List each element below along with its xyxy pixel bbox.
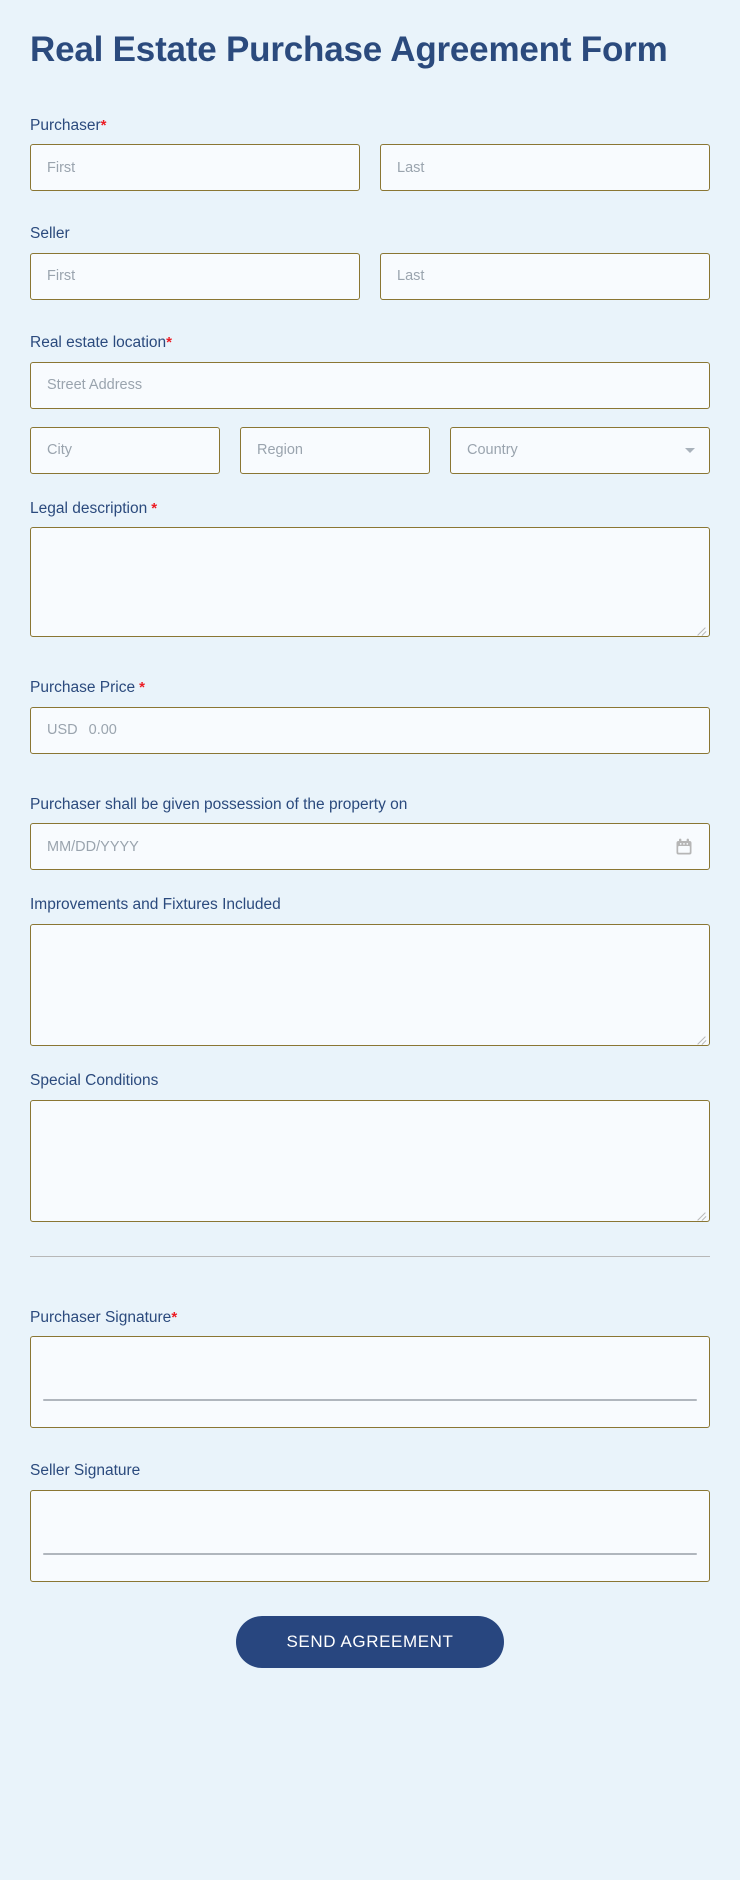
purchaser-required-marker: * — [101, 117, 107, 134]
purchaser-name-row: First Last — [30, 144, 710, 191]
legal-description-required-marker: * — [151, 500, 157, 517]
location-city-region-country-row: City Region Country — [30, 427, 710, 474]
field-real-estate-location: Real estate location* Street Address Cit… — [30, 334, 710, 474]
real-estate-purchase-agreement-form: Real Estate Purchase Agreement Form Purc… — [0, 0, 740, 1668]
purchase-price-label: Purchase Price* — [30, 679, 710, 698]
field-seller: Seller First Last — [30, 225, 710, 300]
resize-handle-icon[interactable] — [696, 1032, 707, 1043]
seller-first-placeholder: First — [47, 268, 75, 284]
field-seller-signature: Seller Signature — [30, 1462, 710, 1582]
purchaser-last-placeholder: Last — [397, 160, 424, 176]
improvements-label-text: Improvements and Fixtures Included — [30, 896, 281, 913]
purchaser-label-text: Purchaser — [30, 117, 101, 134]
calendar-icon[interactable] — [674, 837, 694, 857]
field-possession-date: Purchaser shall be given possession of t… — [30, 796, 710, 871]
purchase-price-required-marker: * — [139, 679, 145, 696]
location-required-marker: * — [166, 334, 172, 351]
seller-signature-label-text: Seller Signature — [30, 1462, 140, 1479]
legal-description-label: Legal description* — [30, 500, 710, 519]
special-conditions-textarea[interactable] — [30, 1100, 710, 1222]
spacer — [30, 637, 710, 679]
field-legal-description: Legal description* — [30, 500, 710, 638]
seller-label-text: Seller — [30, 225, 70, 242]
spacer — [30, 191, 710, 225]
country-placeholder: Country — [467, 442, 518, 458]
purchaser-first-name-input[interactable]: First — [30, 144, 360, 191]
legal-description-label-text: Legal description — [30, 500, 147, 517]
spacer — [30, 409, 710, 427]
possession-date-label-text: Purchaser shall be given possession of t… — [30, 796, 407, 813]
chevron-down-icon — [685, 448, 695, 453]
possession-date-input[interactable]: MM/DD/YYYY — [30, 823, 710, 870]
seller-name-row: First Last — [30, 253, 710, 300]
purchaser-signature-required-marker: * — [171, 1309, 177, 1326]
purchase-price-label-text: Purchase Price — [30, 679, 135, 696]
spacer — [30, 474, 710, 500]
special-conditions-label-text: Special Conditions — [30, 1072, 158, 1089]
submit-row: SEND AGREEMENT — [30, 1616, 710, 1668]
currency-prefix: USD — [47, 722, 78, 738]
resize-handle-icon[interactable] — [696, 1208, 707, 1219]
location-label-text: Real estate location — [30, 334, 166, 351]
possession-date-label: Purchaser shall be given possession of t… — [30, 796, 710, 815]
purchaser-signature-label-text: Purchaser Signature — [30, 1309, 171, 1326]
possession-date-placeholder: MM/DD/YYYY — [47, 839, 139, 855]
page-title: Real Estate Purchase Agreement Form — [30, 28, 690, 73]
purchase-price-placeholder: 0.00 — [89, 722, 117, 738]
spacer — [30, 754, 710, 796]
signature-baseline — [43, 1399, 697, 1401]
street-address-placeholder: Street Address — [47, 377, 142, 393]
spacer — [30, 300, 710, 334]
street-address-input[interactable]: Street Address — [30, 362, 710, 409]
special-conditions-label: Special Conditions — [30, 1072, 710, 1091]
signature-baseline — [43, 1553, 697, 1555]
purchaser-last-name-input[interactable]: Last — [380, 144, 710, 191]
purchaser-label: Purchaser* — [30, 117, 710, 136]
spacer — [30, 1257, 710, 1309]
send-agreement-button[interactable]: SEND AGREEMENT — [236, 1616, 504, 1668]
improvements-textarea[interactable] — [30, 924, 710, 1046]
city-input[interactable]: City — [30, 427, 220, 474]
field-special-conditions: Special Conditions — [30, 1072, 710, 1222]
spacer — [30, 1046, 710, 1072]
purchaser-signature-pad[interactable] — [30, 1336, 710, 1428]
field-purchaser: Purchaser* First Last — [30, 117, 710, 192]
seller-last-placeholder: Last — [397, 268, 424, 284]
spacer — [30, 870, 710, 896]
seller-signature-label: Seller Signature — [30, 1462, 710, 1481]
field-purchase-price: Purchase Price* USD 0.00 — [30, 679, 710, 754]
location-label: Real estate location* — [30, 334, 710, 353]
seller-first-name-input[interactable]: First — [30, 253, 360, 300]
field-improvements-and-fixtures: Improvements and Fixtures Included — [30, 896, 710, 1046]
seller-last-name-input[interactable]: Last — [380, 253, 710, 300]
purchaser-first-placeholder: First — [47, 160, 75, 176]
city-placeholder: City — [47, 442, 72, 458]
seller-signature-pad[interactable] — [30, 1490, 710, 1582]
field-purchaser-signature: Purchaser Signature* — [30, 1309, 710, 1429]
purchase-price-input[interactable]: USD 0.00 — [30, 707, 710, 754]
country-select[interactable]: Country — [450, 427, 710, 474]
purchaser-signature-label: Purchaser Signature* — [30, 1309, 710, 1328]
legal-description-textarea[interactable] — [30, 527, 710, 637]
improvements-label: Improvements and Fixtures Included — [30, 896, 710, 915]
region-input[interactable]: Region — [240, 427, 430, 474]
spacer — [30, 1222, 710, 1256]
spacer — [30, 1428, 710, 1462]
seller-label: Seller — [30, 225, 710, 244]
resize-handle-icon[interactable] — [696, 623, 707, 634]
region-placeholder: Region — [257, 442, 303, 458]
